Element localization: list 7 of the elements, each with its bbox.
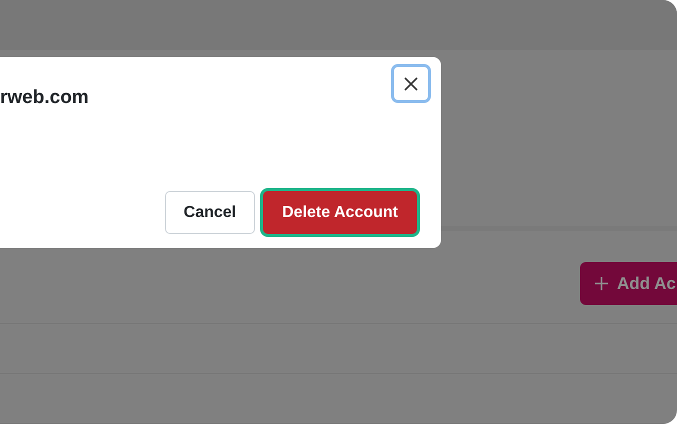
delete-button[interactable]: Delete Account — [263, 191, 417, 234]
close-icon — [404, 76, 418, 90]
add-button[interactable]: Add Ac — [580, 262, 677, 305]
plus-icon — [594, 276, 609, 291]
cancel-button[interactable]: Cancel — [164, 191, 256, 234]
dialog-title: rweb.com — [0, 87, 89, 109]
close-button[interactable] — [391, 64, 431, 103]
